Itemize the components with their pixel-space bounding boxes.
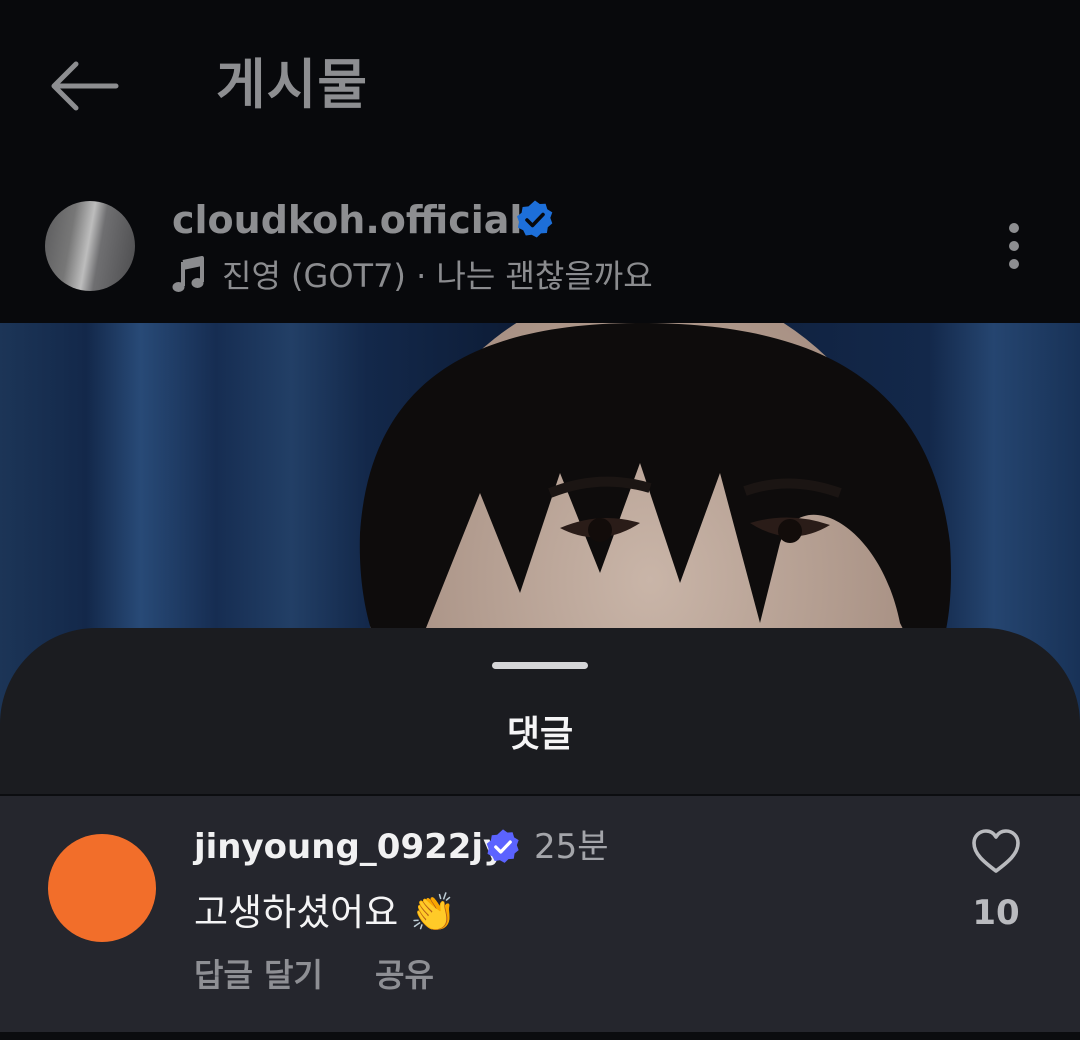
like-button[interactable] [970, 826, 1022, 878]
arrow-left-icon [51, 61, 119, 111]
verified-badge-icon [484, 828, 522, 866]
verified-badge-icon [514, 199, 556, 241]
music-track-label[interactable]: 진영 (GOT7) · 나는 괜찮을까요 [222, 252, 653, 300]
comment-item: jinyoung_0922jy 25분 고생하셨어요 👏 답글 달기 공유 10 [0, 796, 1080, 1032]
commenter-username[interactable]: jinyoung_0922jy [194, 822, 505, 872]
heart-icon [972, 829, 1020, 873]
comments-sheet: 댓글 jinyoung_0922jy 25분 고생하셨어요 👏 답글 달기 공유… [0, 628, 1080, 1040]
comments-title: 댓글 [506, 714, 574, 755]
comment-timestamp: 25분 [534, 827, 609, 867]
sheet-drag-handle[interactable] [492, 662, 588, 669]
share-button[interactable]: 공유 [375, 951, 434, 999]
commenter-avatar[interactable] [48, 834, 156, 942]
more-vertical-icon [1009, 223, 1019, 269]
comment-text: 고생하셨어요 👏 [194, 891, 457, 934]
music-note-icon [172, 256, 206, 294]
author-avatar[interactable] [45, 201, 135, 291]
more-options-button[interactable] [994, 218, 1034, 278]
bottom-edge [0, 1032, 1080, 1040]
reply-button[interactable]: 답글 달기 [194, 951, 323, 999]
author-username[interactable]: cloudkoh.official [172, 193, 522, 247]
page-title: 게시물 [216, 53, 369, 116]
back-button[interactable] [48, 58, 120, 114]
like-count: 10 [972, 893, 1020, 933]
